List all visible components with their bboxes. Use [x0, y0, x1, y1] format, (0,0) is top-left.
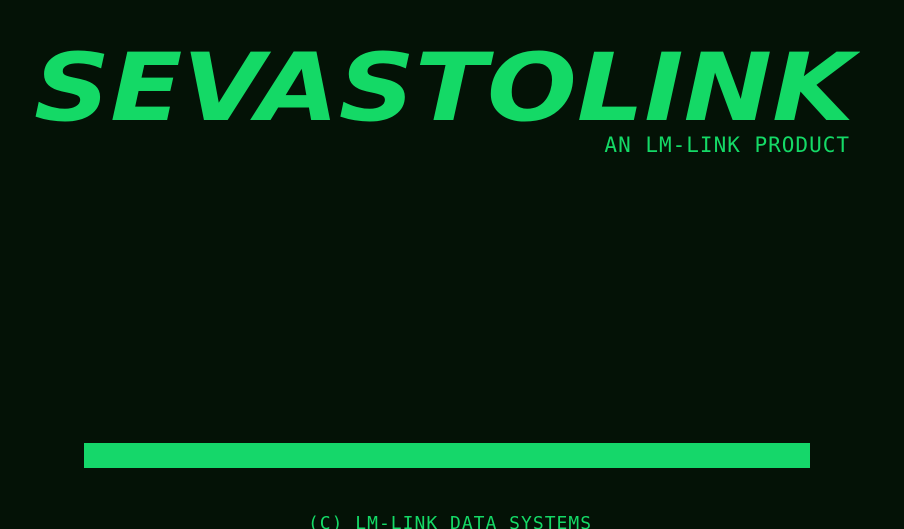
- loading-progress-bar: [84, 443, 810, 468]
- boot-screen: SEVASTOLINK AN LM-LINK PRODUCT (C) LM-LI…: [0, 0, 904, 529]
- logo-text: SEVASTOLINK: [34, 40, 860, 135]
- product-subtitle: AN LM-LINK PRODUCT: [604, 133, 850, 157]
- copyright-footer: (C) LM-LINK DATA SYSTEMS: [307, 513, 593, 529]
- app-logo-title: SEVASTOLINK: [30, 40, 860, 135]
- loading-progress-fill: [84, 443, 810, 468]
